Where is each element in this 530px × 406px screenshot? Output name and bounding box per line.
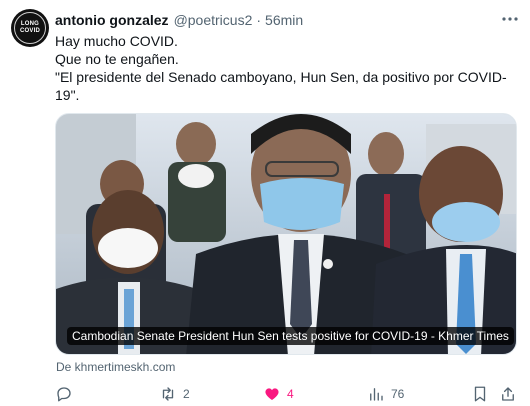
tweet-line-2: Que no te engañen.: [55, 51, 179, 67]
more-icon[interactable]: [498, 9, 522, 29]
action-bar: 2 4 76: [55, 384, 517, 404]
like-icon: [263, 385, 281, 403]
author-handle[interactable]: @poetricus2: [174, 12, 253, 28]
tweet-text: Hay mucho COVID. Que no te engañen. "El …: [55, 32, 515, 103]
reply-icon: [55, 385, 73, 403]
tweet-line-3: "El presidente del Senado camboyano, Hun…: [55, 69, 507, 103]
card-source[interactable]: De khmertimeskh.com: [56, 360, 175, 374]
repost-count: 2: [183, 387, 190, 401]
avatar[interactable]: LONG COVID: [11, 9, 49, 47]
repost-icon: [159, 385, 177, 403]
news-photo: [56, 114, 516, 354]
bookmark-icon: [471, 385, 489, 403]
timestamp[interactable]: 56min: [265, 12, 303, 28]
share-button[interactable]: [499, 384, 517, 404]
card-caption: Cambodian Senate President Hun Sen tests…: [67, 327, 514, 345]
repost-button[interactable]: 2: [159, 384, 190, 404]
link-card[interactable]: Cambodian Senate President Hun Sen tests…: [55, 113, 517, 355]
bookmark-button[interactable]: [471, 384, 489, 404]
views-count: 76: [391, 387, 405, 401]
share-icon: [499, 385, 517, 403]
author-name[interactable]: antonio gonzalez: [55, 12, 169, 28]
reply-button[interactable]: [55, 384, 79, 404]
separator-dot: ·: [256, 12, 262, 28]
like-count: 4: [287, 387, 294, 401]
like-button[interactable]: 4: [263, 384, 294, 404]
views-button[interactable]: 76: [367, 384, 404, 404]
tweet-line-1: Hay mucho COVID.: [55, 33, 178, 49]
tweet-header: antonio gonzalez @poetricus2 · 56min: [55, 11, 303, 29]
tweet[interactable]: LONG COVID antonio gonzalez @poetricus2 …: [0, 0, 530, 406]
views-icon: [367, 385, 385, 403]
